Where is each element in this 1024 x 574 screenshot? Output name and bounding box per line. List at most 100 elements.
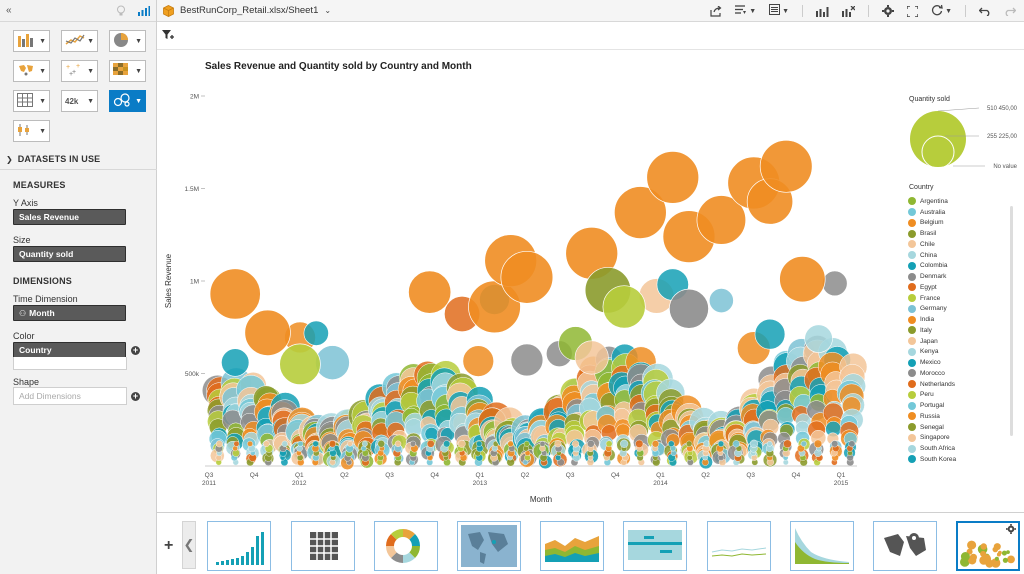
legend-item[interactable]: China [908,250,1008,261]
geo-chart-picker[interactable]: ▼ [13,60,50,82]
add-page-button[interactable]: + [164,537,173,555]
legend-item[interactable]: France [908,293,1008,304]
refresh-button[interactable]: ▼ [931,4,952,19]
data-point [554,440,562,448]
line-thumb[interactable] [707,521,771,571]
legend-item[interactable]: South Korea [908,454,1008,465]
bar-thumb[interactable] [207,521,271,571]
legend-item[interactable]: Senegal [908,422,1008,433]
legend-item[interactable]: Spain [908,465,1008,466]
add-shape-dimension-button[interactable]: + [131,392,140,401]
app-window: « ▼ ▼ ▼ ▼ + + + + ▼ ▼ ▼ 42k ▼ ▼ ▼ ❯ DATA… [0,0,1024,574]
data-point [462,345,494,377]
legend-item[interactable]: South Africa [908,443,1008,454]
color-dropzone[interactable] [13,357,127,370]
sort-menu-button[interactable]: ▼ [769,4,789,18]
legend-item[interactable]: Portugal [908,400,1008,411]
legend-item[interactable]: Colombia [908,261,1008,272]
add-color-dimension-button[interactable]: + [131,346,140,355]
chart-type-picker: ▼ ▼ ▼ ▼ + + + + ▼ ▼ ▼ 42k ▼ ▼ ▼ [0,22,156,142]
lightbulb-icon[interactable] [116,5,126,17]
clear-icon[interactable] [842,5,856,17]
legend-swatch [908,218,916,227]
area-thumb[interactable] [790,521,854,571]
table-picker[interactable]: ▼ [13,90,50,112]
scroll-left-button[interactable]: ❮ [182,521,196,569]
dataset-title[interactable]: BestRunCorp_Retail.xlsx/Sheet1 [180,5,318,16]
chevron-left-icon: ❮ [183,537,195,552]
table-thumb[interactable] [291,521,355,571]
legend-item[interactable]: Italy [908,325,1008,336]
boxplot-picker[interactable]: ▼ [13,120,50,142]
data-point [749,439,759,448]
legend-item[interactable]: Russia [908,411,1008,422]
legend-item[interactable]: Germany [908,304,1008,315]
undo-icon[interactable] [979,6,991,16]
bubble-thumb[interactable] [956,521,1020,571]
legend-item[interactable]: Denmark [908,271,1008,282]
legend-item[interactable]: Netherlands [908,379,1008,390]
bubble-thumb-point [994,556,999,561]
x-tick-label: Q3 [385,472,394,479]
legend-item[interactable]: Kenya [908,347,1008,358]
color-dimension-pill[interactable]: Country [13,342,126,358]
bubble-chart[interactable]: 2M1.5M1M500kSales RevenueQ32011Q4 Q12012Q… [157,50,907,510]
legend-item[interactable]: Peru [908,390,1008,401]
y-axis-title: Sales Revenue [164,253,173,308]
chart-options-icon[interactable] [816,6,829,17]
fullscreen-icon[interactable] [907,5,919,17]
legend-item[interactable]: Chile [908,239,1008,250]
gear-icon[interactable] [1006,524,1016,537]
heatmap-picker[interactable]: ▼ [109,60,146,82]
legend-item[interactable]: Japan [908,336,1008,347]
stacked-area-thumb[interactable] [540,521,604,571]
legend-item[interactable]: Australia [908,207,1008,218]
legend-item[interactable]: Brasil [908,228,1008,239]
donut-thumb[interactable] [374,521,438,571]
numeric-point-picker[interactable]: 42k ▼ [61,90,98,112]
share-icon[interactable] [710,5,722,17]
add-filter-icon[interactable] [162,30,174,45]
legend-item[interactable]: Singapore [908,433,1008,444]
x-tick-label: Q3 [746,472,755,479]
legend-item[interactable]: Morocco [908,368,1008,379]
map-thumb[interactable] [457,521,521,571]
filter-menu-button[interactable]: ▼ [735,4,756,18]
data-point [574,340,609,375]
bubble-thumb-point [1007,555,1015,564]
chevron-down-icon: ▼ [87,97,94,105]
bar-chart-picker[interactable]: ▼ [13,30,50,52]
time-dimension-pill[interactable]: ⚇ Month [13,305,126,321]
shape-add-dimensions-input[interactable]: Add Dimensions [13,387,127,405]
legend-item[interactable]: India [908,314,1008,325]
data-point [571,440,580,448]
dimensions-heading: DIMENSIONS [13,276,73,286]
scatter-chart-icon: + + + + [65,63,83,80]
legend-label: Senegal [920,423,944,431]
legend-swatch [908,337,916,346]
redo-icon[interactable] [1004,6,1016,16]
datasets-in-use-toggle[interactable]: ❯ DATASETS IN USE [6,154,100,164]
geo-thumb[interactable] [873,521,937,571]
toolbar-actions: ▼ ▼ ▼ [710,0,1016,22]
chevron-down-icon: ▼ [945,7,952,15]
line-chart-picker[interactable]: ▼ [61,30,98,52]
legend-swatch [908,240,916,249]
legend-item[interactable]: Mexico [908,357,1008,368]
y-axis-measure-pill[interactable]: Sales Revenue [13,209,126,225]
heatmap-thumb[interactable] [623,521,687,571]
settings-icon[interactable] [882,5,895,17]
geo-chart-icon [17,63,35,80]
pie-chart-picker[interactable]: ▼ [109,30,146,52]
legend-swatch [908,433,916,442]
size-measure-pill[interactable]: Quantity sold [13,246,126,262]
chart-designer-icon[interactable] [138,5,150,16]
legend-item[interactable]: Belgium [908,218,1008,229]
collapse-panel-button[interactable]: « [6,5,12,16]
bubble-chart-picker[interactable]: ▼ [109,90,146,112]
legend-item[interactable]: Argentina [908,196,1008,207]
chevron-down-icon[interactable]: ⌄ [324,6,331,15]
scatter-chart-picker[interactable]: + + + + ▼ [61,60,98,82]
legend-item[interactable]: Egypt [908,282,1008,293]
legend-scrollbar[interactable] [1010,206,1013,436]
